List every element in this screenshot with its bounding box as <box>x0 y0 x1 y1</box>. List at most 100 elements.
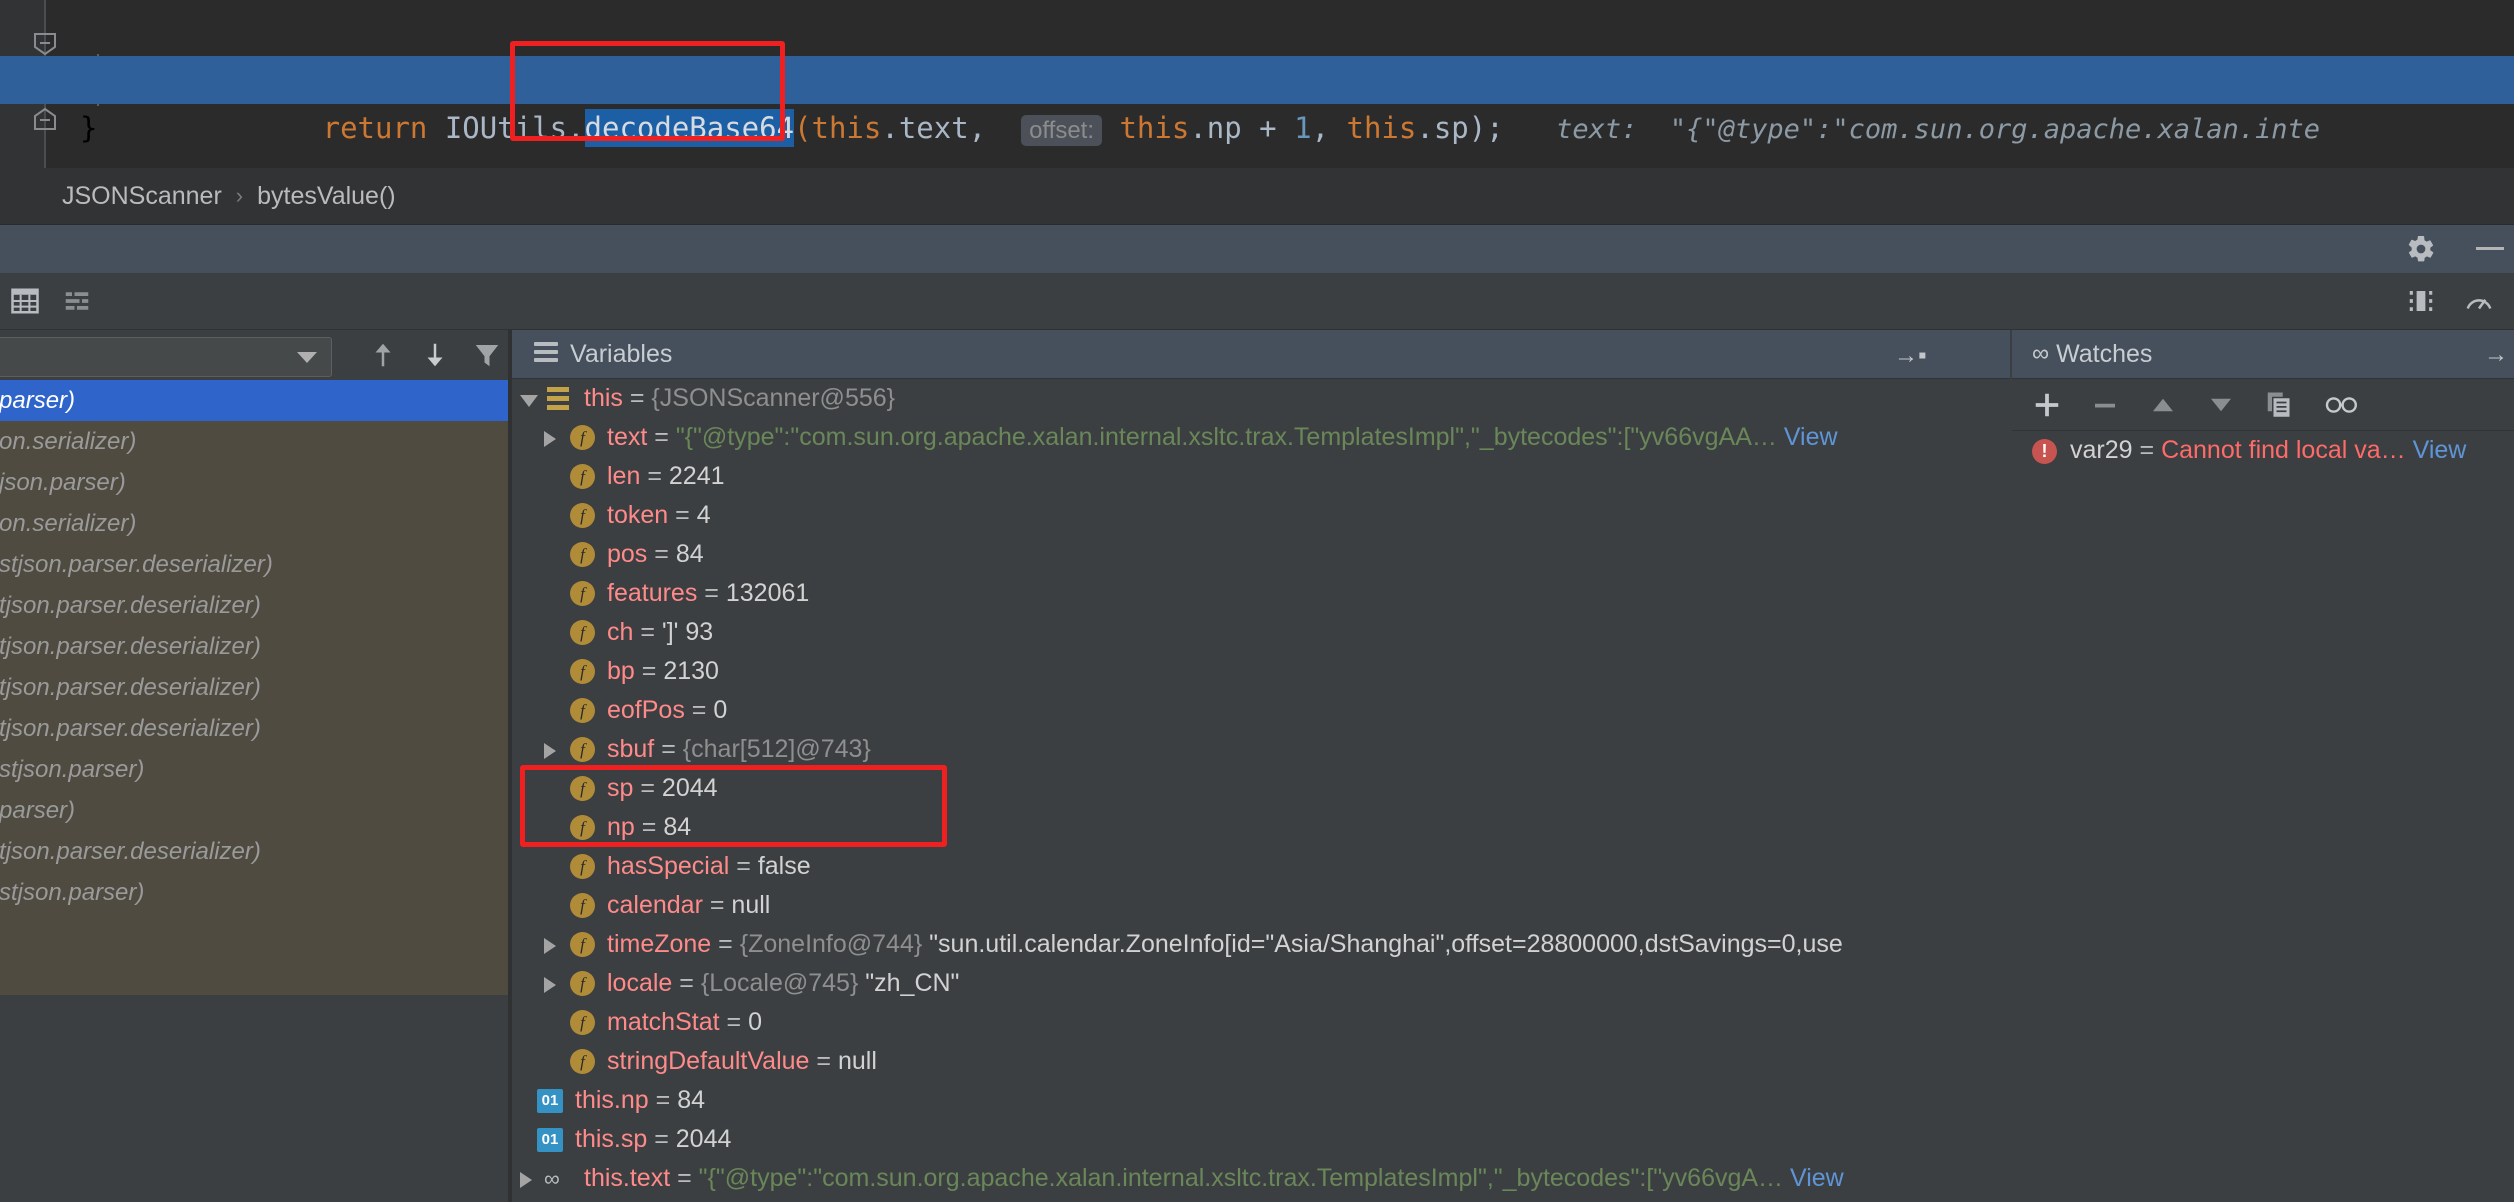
variable-row[interactable]: 01 this.np = 84 <box>512 1081 2010 1120</box>
frame-label: stjson.parser) <box>0 756 145 783</box>
debugger-panes: parser) on.serializer) json.parser) on.s… <box>0 330 2514 1202</box>
down-arrow-icon[interactable] <box>420 339 450 371</box>
local-variable-icon: 01 <box>537 1128 563 1152</box>
variable-row[interactable]: this = {JSONScanner@556} <box>512 379 2010 418</box>
equals-sign: = <box>718 930 733 958</box>
watch-glasses-icon[interactable] <box>2324 390 2357 420</box>
pin-tab-icon[interactable]: →▪ <box>1894 342 1927 370</box>
variable-row[interactable]: f features = 132061 <box>512 574 2010 613</box>
watches-header: →▪ ∞ Watches → <box>1894 330 2514 379</box>
variable-row[interactable]: f locale = {Locale@745} "zh_CN" <box>512 964 2010 1003</box>
frame-label: on.serializer) <box>0 510 137 537</box>
frame-row[interactable]: tjson.parser.deserializer) <box>0 708 510 749</box>
sort-settings-icon[interactable] <box>62 286 92 316</box>
frame-row[interactable]: tjson.parser.deserializer) <box>0 667 510 708</box>
watch-expression-name: var29 <box>2070 436 2133 464</box>
chevron-down-icon[interactable] <box>297 352 317 363</box>
chevron-right-icon[interactable] <box>544 743 556 759</box>
variable-row[interactable]: f token = 4 <box>512 496 2010 535</box>
expand-pane-icon[interactable]: → <box>2484 341 2508 369</box>
variable-row[interactable]: ∞ this.text = "{"@type":"com.sun.org.apa… <box>512 1159 2010 1198</box>
frame-row[interactable]: parser) <box>0 790 510 831</box>
equals-sign: = <box>641 657 657 685</box>
code-line-signature[interactable]: public byte[] bytesValue() { <box>0 8 2514 97</box>
watch-row[interactable]: ! var29 = Cannot find local va… View <box>2012 431 2514 470</box>
frame-row[interactable]: parser) <box>0 380 510 421</box>
chevron-right-icon[interactable] <box>544 977 556 993</box>
remove-icon[interactable] <box>2090 390 2120 420</box>
thread-selector[interactable] <box>0 337 332 377</box>
chevron-down-icon[interactable] <box>520 395 538 407</box>
view-link[interactable]: View <box>2413 436 2467 464</box>
frame-row[interactable]: stjson.parser) <box>0 749 510 790</box>
view-link[interactable]: View <box>1790 1164 1844 1192</box>
speedometer-icon[interactable] <box>2464 286 2494 316</box>
equals-sign: = <box>640 774 655 802</box>
field-icon: f <box>570 854 595 879</box>
code-line-close-brace[interactable]: } <box>0 104 2514 152</box>
variable-value: 2241 <box>668 462 725 490</box>
intellij-debugger-window: public byte[] bytesValue() { return IOUt… <box>0 0 2514 1202</box>
code-editor[interactable]: public byte[] bytesValue() { return IOUt… <box>0 0 2514 168</box>
frame-row[interactable]: stjson.parser) <box>0 872 510 913</box>
table-view-icon[interactable] <box>10 286 40 316</box>
frame-row[interactable]: stjson.parser.deserializer) <box>0 544 510 585</box>
variable-value: null <box>837 1047 877 1075</box>
watch-error-value: Cannot find local va… <box>2161 436 2406 464</box>
frame-row[interactable]: tjson.parser.deserializer) <box>0 831 510 872</box>
filter-icon[interactable] <box>472 339 502 371</box>
frame-row[interactable]: tjson.parser.deserializer) <box>0 626 510 667</box>
chevron-right-icon[interactable] <box>520 1172 532 1188</box>
equals-sign: = <box>647 462 662 490</box>
variable-row[interactable]: f pos = 84 <box>512 535 2010 574</box>
frame-row[interactable]: json.parser) <box>0 462 510 503</box>
frame-row[interactable]: tjson.parser.deserializer) <box>0 585 510 626</box>
variables-title: Variables <box>570 339 673 368</box>
equals-sign: = <box>2139 436 2155 464</box>
debug-window-header <box>0 225 2514 274</box>
breadcrumb-item-method[interactable]: bytesValue() <box>257 182 396 211</box>
chevron-right-icon[interactable] <box>544 938 556 954</box>
variable-row[interactable]: f ch = ']' 93 <box>512 613 2010 652</box>
breadcrumb-item-class[interactable]: JSONScanner <box>62 182 222 211</box>
watches-list[interactable]: ! var29 = Cannot find local va… View <box>2012 431 2514 1202</box>
watches-title: Watches <box>2056 339 2153 368</box>
variable-row[interactable]: f timeZone = {ZoneInfo@744} "sun.util.ca… <box>512 925 2010 964</box>
up-arrow-icon[interactable] <box>368 339 398 371</box>
field-icon: f <box>570 581 595 606</box>
minimize-icon[interactable] <box>2476 247 2504 250</box>
variable-name: bp <box>607 657 635 685</box>
variable-row[interactable]: f eofPos = 0 <box>512 691 2010 730</box>
variables-tree[interactable]: this = {JSONScanner@556} f text = "{"@ty… <box>512 379 2010 1202</box>
chevron-right-icon[interactable] <box>544 431 556 447</box>
variable-row[interactable]: f text = "{"@type":"com.sun.org.apache.x… <box>512 418 2010 457</box>
gear-icon[interactable] <box>2406 234 2436 264</box>
variable-row[interactable]: f sp = 2044 <box>512 769 2010 808</box>
variable-row[interactable]: f bp = 2130 <box>512 652 2010 691</box>
frames-list[interactable]: parser) on.serializer) json.parser) on.s… <box>0 380 510 995</box>
variable-row[interactable]: 01 this.sp = 2044 <box>512 1120 2010 1159</box>
variable-row[interactable]: f sbuf = {char[512]@743} <box>512 730 2010 769</box>
code-line-current-execution[interactable]: return IOUtils.decodeBase64(this.text, o… <box>0 56 2514 147</box>
copy-icon[interactable] <box>2264 390 2294 420</box>
variable-row[interactable]: f matchStat = 0 <box>512 1003 2010 1042</box>
variable-value: 84 <box>675 540 704 568</box>
layout-icon[interactable] <box>2406 286 2436 316</box>
add-icon[interactable] <box>2032 390 2062 420</box>
field-icon: f <box>570 698 595 723</box>
move-up-icon[interactable] <box>2148 390 2178 420</box>
move-down-icon[interactable] <box>2206 390 2236 420</box>
variable-value: 4 <box>696 501 711 529</box>
variable-row[interactable]: f np = 84 <box>512 808 2010 847</box>
variable-row[interactable]: f calendar = null <box>512 886 2010 925</box>
variable-row[interactable]: f len = 2241 <box>512 457 2010 496</box>
variable-value: "sun.util.calendar.ZoneInfo[id="Asia/Sha… <box>929 930 1843 958</box>
variable-row[interactable]: f stringDefaultValue = null <box>512 1042 2010 1081</box>
variable-row[interactable]: f hasSpecial = false <box>512 847 2010 886</box>
frame-row[interactable]: on.serializer) <box>0 503 510 544</box>
object-icon <box>547 387 569 411</box>
variables-list-icon <box>534 342 558 366</box>
view-link[interactable]: View <box>1784 423 1838 451</box>
debug-toolbar <box>0 273 2514 330</box>
frame-row[interactable]: on.serializer) <box>0 421 510 462</box>
